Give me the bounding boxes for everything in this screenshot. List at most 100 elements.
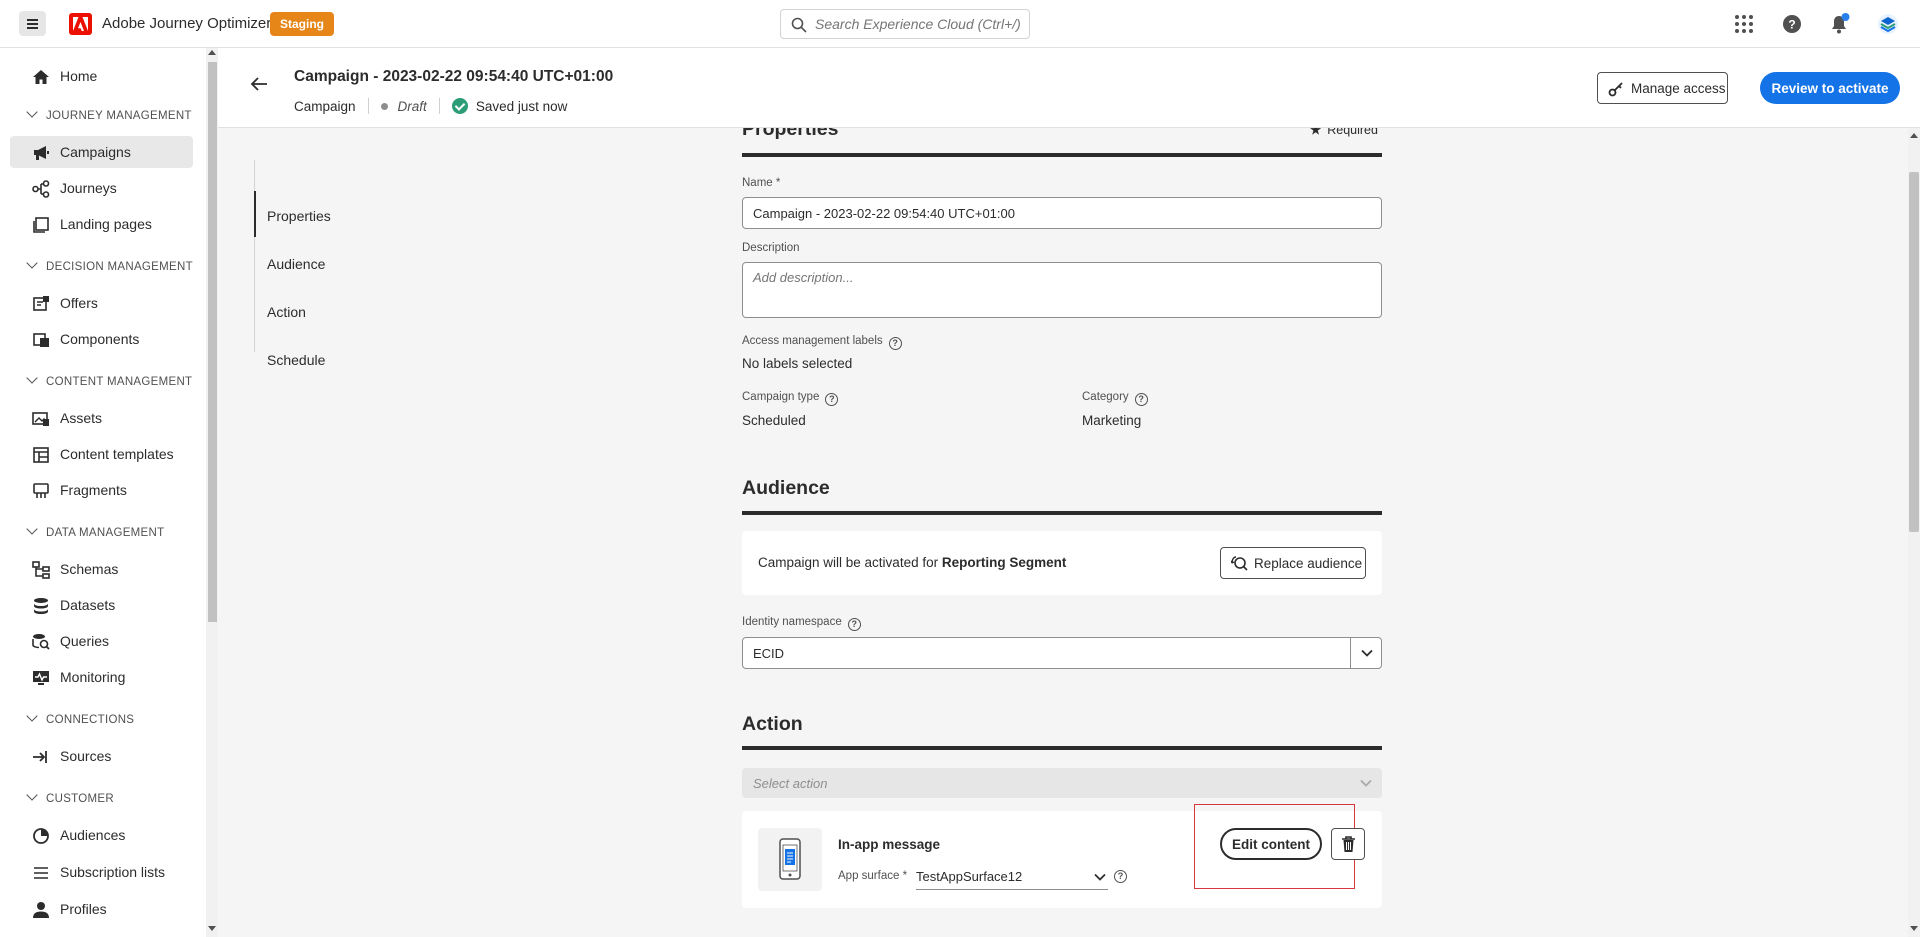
chevron-down-icon xyxy=(1360,779,1372,787)
identity-namespace-label: Identity namespace? xyxy=(742,616,861,631)
monitoring-icon xyxy=(33,671,49,685)
search-box[interactable] xyxy=(780,9,1030,39)
megaphone-icon xyxy=(34,146,49,160)
fragments-icon xyxy=(33,483,49,498)
journey-nodes-icon xyxy=(32,180,50,198)
nav-item-campaigns[interactable]: Campaigns xyxy=(10,136,193,168)
nav-item-queries[interactable]: Queries xyxy=(10,625,193,657)
nav-section-data-management[interactable]: DATA MANAGEMENT xyxy=(26,523,164,539)
help-icon[interactable]: ? xyxy=(888,337,902,350)
nav-section-connections[interactable]: CONNECTIONS xyxy=(26,710,134,726)
edit-content-button[interactable]: Edit content xyxy=(1220,828,1322,860)
nav-item-home[interactable]: Home xyxy=(10,60,193,92)
trash-icon xyxy=(1342,836,1355,852)
app-surface-select[interactable]: TestAppSurface12 xyxy=(916,864,1108,890)
search-icon xyxy=(791,17,807,33)
campaign-header: Campaign - 2023-02-22 09:54:40 UTC+01:00… xyxy=(218,48,1920,128)
nav-item-landing-pages[interactable]: Landing pages xyxy=(10,208,193,240)
help-icon[interactable]: ? xyxy=(825,393,839,406)
nav-item-subscription-lists[interactable]: Subscription lists xyxy=(10,856,193,888)
in-app-message-card: In-app message App surface * TestAppSurf… xyxy=(742,804,1382,908)
nav-section-customer[interactable]: CUSTOMER xyxy=(26,789,114,805)
nav-section-decision-management[interactable]: DECISION MANAGEMENT xyxy=(26,257,193,273)
delete-action-button[interactable] xyxy=(1331,828,1365,860)
audience-activation-text: Campaign will be activated for Reporting… xyxy=(758,555,1067,570)
campaign-type-value: Scheduled xyxy=(742,413,806,428)
nav-item-schemas[interactable]: Schemas xyxy=(10,553,193,585)
channel-name: In-app message xyxy=(838,837,941,852)
name-field[interactable] xyxy=(742,197,1382,229)
status-badge: Draft xyxy=(397,98,427,114)
properties-rule xyxy=(742,153,1382,157)
campaign-meta: Campaign Draft Saved just now xyxy=(294,98,567,114)
nav-item-fragments[interactable]: Fragments xyxy=(10,474,193,506)
audiences-icon xyxy=(33,828,49,844)
content-scrollbar-thumb[interactable] xyxy=(1909,172,1919,532)
category-value: Marketing xyxy=(1082,413,1142,428)
help-icon[interactable]: ? xyxy=(1781,13,1803,35)
properties-heading: Properties xyxy=(742,128,839,140)
identity-namespace-select[interactable]: ECID xyxy=(742,637,1382,669)
svg-text:?: ? xyxy=(1788,18,1795,32)
action-heading: Action xyxy=(742,713,803,735)
scroll-up-arrow-icon[interactable] xyxy=(208,50,216,55)
nav-item-components[interactable]: Components xyxy=(10,323,193,355)
toc-item-audience[interactable]: Audience xyxy=(267,256,325,272)
help-icon[interactable]: ? xyxy=(847,618,861,631)
checkmark-circle-icon xyxy=(451,98,468,114)
back-arrow-icon[interactable] xyxy=(250,76,268,92)
scroll-down-arrow-icon[interactable] xyxy=(1910,926,1918,931)
status-dot-icon xyxy=(380,102,388,110)
saved-status: Saved just now xyxy=(475,98,568,114)
description-field[interactable] xyxy=(742,262,1382,318)
audience-heading: Audience xyxy=(742,477,830,499)
hamburger-menu-button[interactable] xyxy=(19,11,46,36)
user-avatar-icon[interactable] xyxy=(1877,13,1899,35)
audience-segment-name: Reporting Segment xyxy=(941,555,1067,570)
nav-item-journeys[interactable]: Journeys xyxy=(10,172,193,204)
search-input[interactable] xyxy=(815,14,1020,34)
toc-item-schedule[interactable]: Schedule xyxy=(267,352,325,368)
nav-item-assets[interactable]: Assets xyxy=(10,402,193,434)
toc-item-action[interactable]: Action xyxy=(267,304,306,320)
toc-item-properties[interactable]: Properties xyxy=(267,208,331,224)
select-action-placeholder: Select action xyxy=(753,776,828,791)
sources-arrow-in-icon xyxy=(33,751,47,763)
chevron-down-icon[interactable] xyxy=(1361,649,1373,658)
access-labels-label: Access management labels? xyxy=(742,335,902,350)
in-app-thumbnail xyxy=(758,828,822,891)
help-icon[interactable]: ? xyxy=(1114,870,1127,883)
replace-audience-button[interactable]: Replace audience xyxy=(1220,547,1366,579)
nav-item-offers[interactable]: Offers xyxy=(10,287,193,319)
nav-item-profiles[interactable]: Profiles xyxy=(10,893,193,925)
landing-page-icon xyxy=(33,217,49,233)
nav-section-content-management[interactable]: CONTENT MANAGEMENT xyxy=(26,372,192,388)
campaign-form: Properties Audience Action Schedule Prop… xyxy=(218,128,1908,937)
nav-item-datasets[interactable]: Datasets xyxy=(10,589,193,621)
assets-image-icon xyxy=(32,412,49,426)
campaign-title: Campaign - 2023-02-22 09:54:40 UTC+01:00 xyxy=(294,68,614,85)
review-to-activate-button[interactable]: Review to activate xyxy=(1760,72,1900,104)
nav-item-content-templates[interactable]: Content templates xyxy=(10,438,193,470)
nav-item-monitoring[interactable]: Monitoring xyxy=(10,661,193,693)
select-action-dropdown[interactable]: Select action xyxy=(742,768,1382,798)
nav-section-journey-management[interactable]: JOURNEY MANAGEMENT xyxy=(26,106,192,122)
notifications-bell-icon[interactable] xyxy=(1828,13,1850,35)
environment-badge: Staging xyxy=(270,12,334,36)
template-icon xyxy=(33,447,49,463)
manage-access-button[interactable]: Manage access xyxy=(1597,72,1728,104)
nav-item-audiences[interactable]: Audiences xyxy=(10,819,193,851)
chevron-down-icon xyxy=(26,257,38,269)
offers-icon xyxy=(33,296,49,311)
chevron-down-icon xyxy=(26,710,38,722)
help-icon[interactable]: ? xyxy=(1134,393,1148,406)
campaign-type-label: Campaign type? xyxy=(742,391,839,406)
sidebar-scrollbar-thumb[interactable] xyxy=(208,62,217,622)
scroll-up-arrow-icon[interactable] xyxy=(1910,133,1918,138)
user-profile-icon xyxy=(33,902,49,918)
app-surface-label: App surface * xyxy=(838,870,908,882)
apps-grid-icon[interactable] xyxy=(1733,13,1755,35)
scroll-down-arrow-icon[interactable] xyxy=(208,926,216,931)
nav-item-sources[interactable]: Sources xyxy=(10,740,193,772)
chevron-down-icon xyxy=(26,523,38,535)
